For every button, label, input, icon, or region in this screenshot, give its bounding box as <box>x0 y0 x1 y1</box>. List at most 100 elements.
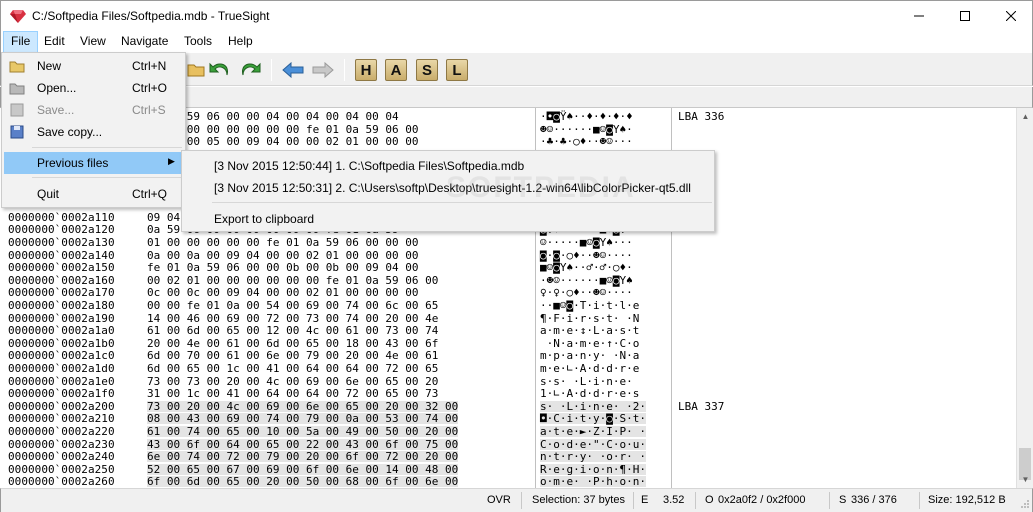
row-characters[interactable]: m·p·a·n·y· ·N·a <box>540 350 639 361</box>
row-characters[interactable]: ·☻☺······■☺◙Y♠ <box>540 275 633 286</box>
row-characters[interactable]: R·e·g·i·o·n·¶·H· <box>540 463 646 475</box>
menu-help[interactable]: Help <box>221 31 260 53</box>
vertical-scrollbar[interactable]: ▲ ▼ <box>1016 108 1033 488</box>
row-characters[interactable]: ■☺◙Y♠··♂·♂·○♦· <box>540 262 633 273</box>
hex-row[interactable]: 0000000`0002a1d0 6d 00 65 00 1c 00 41 00 … <box>1 363 671 374</box>
menu-item-open[interactable]: Open... Ctrl+O <box>4 77 183 99</box>
menu-item-save-copy[interactable]: Save copy... <box>4 121 183 143</box>
hex-row[interactable]: 0000000`0002a1b0 20 00 4e 00 61 00 6d 00 … <box>1 338 671 349</box>
s-button[interactable]: S <box>414 57 440 83</box>
row-hex-bytes[interactable]: 31 00 1c 00 41 00 64 00 64 00 72 00 65 0… <box>147 388 438 399</box>
hex-row[interactable]: 0000000`0002a220 61 00 74 00 65 00 10 00 … <box>1 426 671 437</box>
row-hex-bytes[interactable]: 14 00 46 00 69 00 72 00 73 00 74 00 20 0… <box>147 313 438 324</box>
row-hex-bytes[interactable]: 52 00 65 00 67 00 69 00 6f 00 6e 00 14 0… <box>147 463 459 475</box>
row-hex-bytes[interactable]: 73 00 20 00 4c 00 69 00 6e 00 65 00 20 0… <box>147 400 459 412</box>
redo-button[interactable] <box>237 57 263 83</box>
hex-row[interactable]: 0000000`0002a1c0 6d 00 70 00 61 00 6e 00 … <box>1 350 671 361</box>
row-characters[interactable]: ☺·····■☺◙Y♠··· <box>540 237 633 248</box>
row-offset: 0000000`0002a180 <box>8 299 115 312</box>
export-to-clipboard[interactable]: Export to clipboard <box>214 212 314 226</box>
hex-row[interactable]: 0000000`0002a1a0 61 00 6d 00 65 00 12 00 … <box>1 325 671 336</box>
menu-file[interactable]: File <box>3 31 39 53</box>
menu-tools[interactable]: Tools <box>177 31 219 53</box>
row-hex-bytes[interactable]: 6d 00 70 00 61 00 6e 00 79 00 20 00 4e 0… <box>147 350 438 361</box>
hex-row[interactable]: 0000000`0002a240 6e 00 74 00 72 00 79 00 … <box>1 451 671 463</box>
hex-row[interactable]: 0000000`0002a260 6f 00 6d 00 65 00 20 00 … <box>1 476 671 488</box>
row-hex-bytes[interactable]: 61 00 74 00 65 00 10 00 5a 00 49 00 50 0… <box>147 426 459 437</box>
row-characters[interactable]: ☻☺······■☺◙Y♠· <box>540 124 633 135</box>
back-button[interactable] <box>280 57 306 83</box>
hex-row[interactable]: 0000000`0002a210 08 00 43 00 69 00 74 00 … <box>1 413 671 425</box>
menu-item-quit[interactable]: Quit Ctrl+Q <box>4 183 183 205</box>
row-hex-bytes[interactable]: 61 00 6d 00 65 00 12 00 4c 00 61 00 73 0… <box>147 325 438 336</box>
row-characters[interactable]: 1·∟·A·d·d·r·e·s <box>540 388 639 399</box>
undo-button[interactable] <box>207 57 233 83</box>
hex-row[interactable]: 0000000`0002a140 0a 00 0a 00 09 04 00 00 … <box>1 250 671 261</box>
row-characters[interactable]: n·t·r·y· ·o·r· · <box>540 451 646 463</box>
hex-row[interactable]: 0000000`0002a180 00 00 fe 01 0a 00 54 00 … <box>1 300 671 311</box>
row-hex-bytes[interactable]: 02 01 00 00 00 00 00 00 fe 01 0a 59 06 0… <box>147 124 419 135</box>
row-characters[interactable]: a·t·e·►·Z·I·P· · <box>540 426 646 437</box>
hex-row[interactable]: 0000000`0002a150 fe 01 0a 59 06 00 00 0b … <box>1 262 671 273</box>
menu-navigate[interactable]: Navigate <box>114 31 175 53</box>
forward-button[interactable] <box>310 57 336 83</box>
open-folder-button[interactable] <box>183 57 209 83</box>
hex-row[interactable]: 0000000`0002a200 73 00 20 00 4c 00 69 00 … <box>1 400 671 412</box>
row-characters[interactable]: ··■☺◙·T·i·t·l·e <box>540 300 639 311</box>
row-hex-bytes[interactable]: 0c 00 0c 00 09 04 00 00 02 01 00 00 00 0… <box>147 287 419 298</box>
row-hex-bytes[interactable]: 6d 00 65 00 1c 00 41 00 64 00 64 00 72 0… <box>147 363 438 374</box>
row-characters[interactable]: s·s· ·L·i·n·e· <box>540 376 639 387</box>
row-characters[interactable]: ·N·a·m·e·↑·C·o <box>540 338 640 349</box>
status-entropy: 3.52 <box>663 494 685 506</box>
row-hex-bytes[interactable]: 00 05 00 05 00 09 04 00 00 02 01 00 00 0… <box>147 136 419 147</box>
row-characters[interactable]: ·◘◙Ÿ♠··♦·♦·♦·♦ <box>540 111 633 122</box>
row-hex-bytes[interactable]: fe 01 0a 59 06 00 00 0b 00 0b 00 09 04 0… <box>147 262 419 273</box>
row-characters[interactable]: o·m·e· ·P·h·o·n· <box>540 476 646 488</box>
row-hex-bytes[interactable]: 43 00 6f 00 64 00 65 00 22 00 43 00 6f 0… <box>147 438 459 450</box>
row-characters[interactable]: ¶·F·i·r·s·t· ·N <box>540 313 639 324</box>
hex-row[interactable]: 0000000`0002a250 52 00 65 00 67 00 69 00 … <box>1 463 671 475</box>
close-button[interactable] <box>988 1 1033 31</box>
maximize-button[interactable] <box>942 1 988 31</box>
hex-row[interactable]: 0000000`0002a190 14 00 46 00 69 00 72 00 … <box>1 313 671 324</box>
row-hex-bytes[interactable]: 01 00 00 00 00 00 fe 01 0a 59 06 00 00 0… <box>147 237 419 248</box>
row-characters[interactable]: C·o·d·e·"·C·o·u· <box>540 438 646 450</box>
resize-grip-icon[interactable] <box>1020 499 1030 509</box>
row-characters[interactable]: ◙·◙·○♦··☻☺···· <box>540 250 633 261</box>
row-hex-bytes[interactable]: 0a 00 0a 00 09 04 00 00 02 01 00 00 00 0… <box>147 250 419 261</box>
scroll-down-icon[interactable]: ▼ <box>1017 471 1033 488</box>
row-hex-bytes[interactable]: 73 00 73 00 20 00 4c 00 69 00 6e 00 65 0… <box>147 376 438 387</box>
row-hex-bytes[interactable]: 00 00 fe 01 0a 00 54 00 69 00 74 00 6c 0… <box>147 300 438 311</box>
scroll-up-icon[interactable]: ▲ <box>1017 108 1033 125</box>
menu-edit[interactable]: Edit <box>37 31 72 53</box>
menu-item-new[interactable]: New Ctrl+N <box>4 55 183 77</box>
l-button[interactable]: L <box>444 57 470 83</box>
a-button[interactable]: A <box>383 57 409 83</box>
hex-row[interactable]: 0000000`0002a1f0 31 00 1c 00 41 00 64 00 … <box>1 388 671 399</box>
toolbar-separator <box>271 59 272 81</box>
status-selection: Selection: 37 bytes <box>532 494 625 506</box>
row-characters[interactable]: a·m·e·↕·L·a·s·t <box>540 325 639 336</box>
row-hex-bytes[interactable]: 08 00 43 00 69 00 74 00 79 00 0a 00 53 0… <box>147 413 459 425</box>
row-offset: 0000000`0002a1f0 <box>8 387 115 401</box>
hex-row[interactable]: 0000000`0002a130 01 00 00 00 00 00 fe 01 … <box>1 237 671 248</box>
menu-item-previous-files[interactable]: Previous files ▶ <box>4 152 183 174</box>
row-characters[interactable]: s· ·L·i·n·e· ·2· <box>540 400 646 412</box>
toolbar-separator <box>344 59 345 81</box>
row-characters[interactable]: ·♣·♣·○♦··☻☺··· <box>540 136 633 147</box>
menu-view[interactable]: View <box>73 31 113 53</box>
minimize-button[interactable] <box>896 1 942 31</box>
row-hex-bytes[interactable]: 6f 00 6d 00 65 00 20 00 50 00 68 00 6f 0… <box>147 476 459 488</box>
row-hex-bytes[interactable]: 6e 00 74 00 72 00 79 00 20 00 6f 00 72 0… <box>147 451 459 463</box>
row-hex-bytes[interactable]: 00 02 01 00 00 00 00 00 00 fe 01 0a 59 0… <box>147 275 438 286</box>
hex-row[interactable]: 0000000`0002a160 00 02 01 00 00 00 00 00 … <box>1 275 671 286</box>
hex-row[interactable]: 0000000`0002a230 43 00 6f 00 64 00 65 00 … <box>1 438 671 450</box>
menu-item-save[interactable]: Save... Ctrl+S <box>4 99 183 121</box>
row-characters[interactable]: m·e·∟·A·d·d·r·e <box>540 363 639 374</box>
row-characters[interactable]: ♀·♀·○♦··☻☺···· <box>540 287 633 298</box>
hex-row[interactable]: 0000000`0002a1e0 73 00 73 00 20 00 4c 00 … <box>1 376 671 387</box>
row-hex-bytes[interactable]: 20 00 4e 00 61 00 6d 00 65 00 18 00 43 0… <box>147 338 438 349</box>
hex-row[interactable]: 0000000`0002a170 0c 00 0c 00 09 04 00 00 … <box>1 287 671 298</box>
h-button[interactable]: H <box>353 57 379 83</box>
row-characters[interactable]: ◘·C·i·t·y·◙·S·t· <box>540 413 646 425</box>
